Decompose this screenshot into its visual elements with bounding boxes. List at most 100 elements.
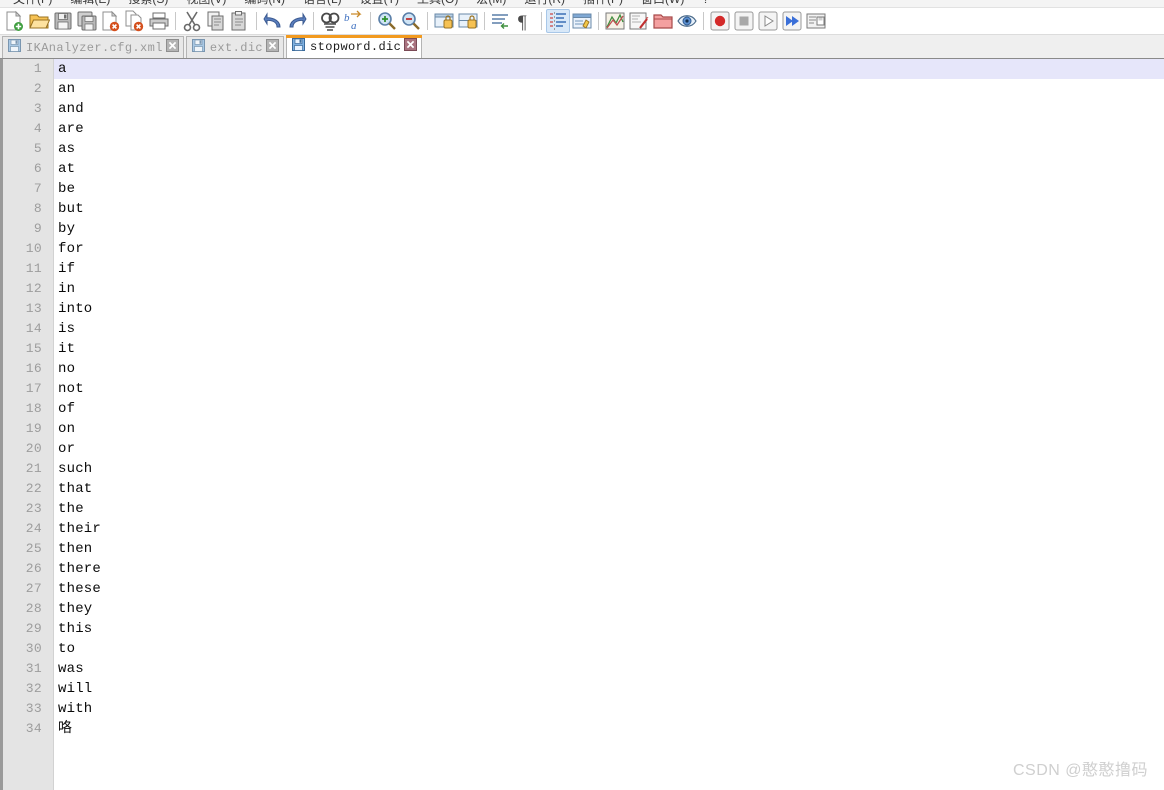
sync-scroll-vertical-icon[interactable] xyxy=(432,9,456,33)
word-wrap-icon[interactable] xyxy=(489,9,513,33)
menu-bar: 文件(F)编辑(E)搜索(S)视图(V)编码(N)语言(L)设置(T)工具(O)… xyxy=(0,0,1164,8)
tab-ikanalyzer-cfg-xml[interactable]: IKAnalyzer.cfg.xml xyxy=(2,36,184,58)
menu-item-7[interactable]: 工具(O) xyxy=(408,0,467,7)
line-text: the xyxy=(58,501,84,517)
zoom-in-icon[interactable] xyxy=(375,9,399,33)
line-number: 25 xyxy=(25,541,42,556)
menu-item-12[interactable]: ? xyxy=(693,0,718,7)
line-number: 18 xyxy=(25,401,42,416)
line-text: on xyxy=(58,421,76,437)
record-macro-icon[interactable] xyxy=(708,9,732,33)
line-number: 29 xyxy=(25,621,42,636)
editor-line: 30 to xyxy=(0,639,1164,659)
undo-icon[interactable] xyxy=(261,9,285,33)
menu-item-4[interactable]: 编码(N) xyxy=(235,0,294,7)
tab-label: ext.dic xyxy=(209,40,264,55)
function-list-icon[interactable] xyxy=(627,9,651,33)
line-number: 4 xyxy=(33,121,42,136)
menu-item-0[interactable]: 文件(F) xyxy=(4,0,61,7)
editor-line: 7 be xyxy=(0,179,1164,199)
toolbar-separator-6 xyxy=(484,12,485,30)
tab-stopword-dic[interactable]: stopword.dic xyxy=(286,35,423,58)
close-file-icon[interactable] xyxy=(99,9,123,33)
replace-icon[interactable]: ba xyxy=(342,9,366,33)
line-number: 16 xyxy=(25,361,42,376)
tab-close-icon[interactable] xyxy=(404,38,418,55)
svg-text:a: a xyxy=(351,20,357,32)
editor-line: 33 with xyxy=(0,699,1164,719)
menu-item-2[interactable]: 搜索(S) xyxy=(119,0,177,7)
user-defined-dialog-icon[interactable] xyxy=(570,9,594,33)
toolbar-separator-4 xyxy=(370,12,371,30)
line-number: 15 xyxy=(25,341,42,356)
tab-close-icon[interactable] xyxy=(266,39,280,56)
svg-text:¶: ¶ xyxy=(518,12,527,32)
line-number: 9 xyxy=(33,221,42,236)
line-number: 31 xyxy=(25,661,42,676)
toolbar-separator-1 xyxy=(175,12,176,30)
line-text: and xyxy=(58,101,84,117)
menu-item-8[interactable]: 宏(M) xyxy=(467,0,515,7)
editor-area[interactable]: 1 a 2 an 3 and 4 are 5 as 6 at 7 be 8 but 9 by 10 for 11 if 12… xyxy=(0,59,1164,790)
paste-icon[interactable] xyxy=(228,9,252,33)
code-text-area[interactable]: 1 a 2 an 3 and 4 are 5 as 6 at 7 be 8 but 9 by 10 for 11 if 12… xyxy=(0,59,1164,790)
editor-line: 4 are xyxy=(0,119,1164,139)
line-text: this xyxy=(58,621,93,637)
play-macro-icon[interactable] xyxy=(756,9,780,33)
run-macro-multiple-icon[interactable] xyxy=(780,9,804,33)
tab-save-icon xyxy=(191,39,205,56)
line-number: 33 xyxy=(25,701,42,716)
save-all-icon[interactable] xyxy=(75,9,99,33)
editor-line: 5 as xyxy=(0,139,1164,159)
editor-line: 13 into xyxy=(0,299,1164,319)
monitoring-icon[interactable] xyxy=(675,9,699,33)
editor-line: 9 by xyxy=(0,219,1164,239)
tab-ext-dic[interactable]: ext.dic xyxy=(185,36,285,58)
line-number: 20 xyxy=(25,441,42,456)
line-number: 3 xyxy=(33,101,42,116)
tab-close-icon[interactable] xyxy=(165,39,179,56)
menu-item-11[interactable]: 窗口(W) xyxy=(632,0,693,7)
zoom-out-icon[interactable] xyxy=(399,9,423,33)
line-number: 2 xyxy=(33,81,42,96)
print-icon[interactable] xyxy=(147,9,171,33)
sync-scroll-horizontal-icon[interactable] xyxy=(456,9,480,33)
cut-icon[interactable] xyxy=(180,9,204,33)
copy-icon[interactable] xyxy=(204,9,228,33)
redo-icon[interactable] xyxy=(285,9,309,33)
tab-save-icon xyxy=(292,38,306,55)
new-file-icon[interactable] xyxy=(3,9,27,33)
indent-guide-icon[interactable] xyxy=(546,9,570,33)
document-map-icon[interactable] xyxy=(603,9,627,33)
find-icon[interactable] xyxy=(318,9,342,33)
folder-as-workspace-icon[interactable] xyxy=(651,9,675,33)
line-text: a xyxy=(58,61,67,77)
line-text: such xyxy=(58,461,93,477)
current-line-highlight xyxy=(54,59,1164,79)
line-text: these xyxy=(58,581,102,597)
line-number: 19 xyxy=(25,421,42,436)
line-number: 6 xyxy=(33,161,42,176)
close-all-icon[interactable] xyxy=(123,9,147,33)
show-all-characters-icon[interactable]: ¶ xyxy=(513,9,537,33)
save-icon[interactable] xyxy=(51,9,75,33)
line-number: 34 xyxy=(25,721,42,736)
line-text: as xyxy=(58,141,76,157)
toolbar-separator-7 xyxy=(541,12,542,30)
editor-line: 16 no xyxy=(0,359,1164,379)
editor-line: 19 on xyxy=(0,419,1164,439)
menu-item-6[interactable]: 设置(T) xyxy=(351,0,408,7)
line-number: 28 xyxy=(25,601,42,616)
toolbar-separator-5 xyxy=(427,12,428,30)
menu-item-1[interactable]: 编辑(E) xyxy=(61,0,119,7)
editor-line: 24 their xyxy=(0,519,1164,539)
editor-line: 21 such xyxy=(0,459,1164,479)
editor-line: 14 is xyxy=(0,319,1164,339)
menu-item-5[interactable]: 语言(L) xyxy=(294,0,351,7)
menu-item-3[interactable]: 视图(V) xyxy=(177,0,235,7)
menu-item-10[interactable]: 插件(P) xyxy=(574,0,632,7)
open-file-icon[interactable] xyxy=(27,9,51,33)
menu-item-9[interactable]: 运行(R) xyxy=(515,0,574,7)
save-macro-icon[interactable] xyxy=(804,9,828,33)
stop-macro-icon[interactable] xyxy=(732,9,756,33)
